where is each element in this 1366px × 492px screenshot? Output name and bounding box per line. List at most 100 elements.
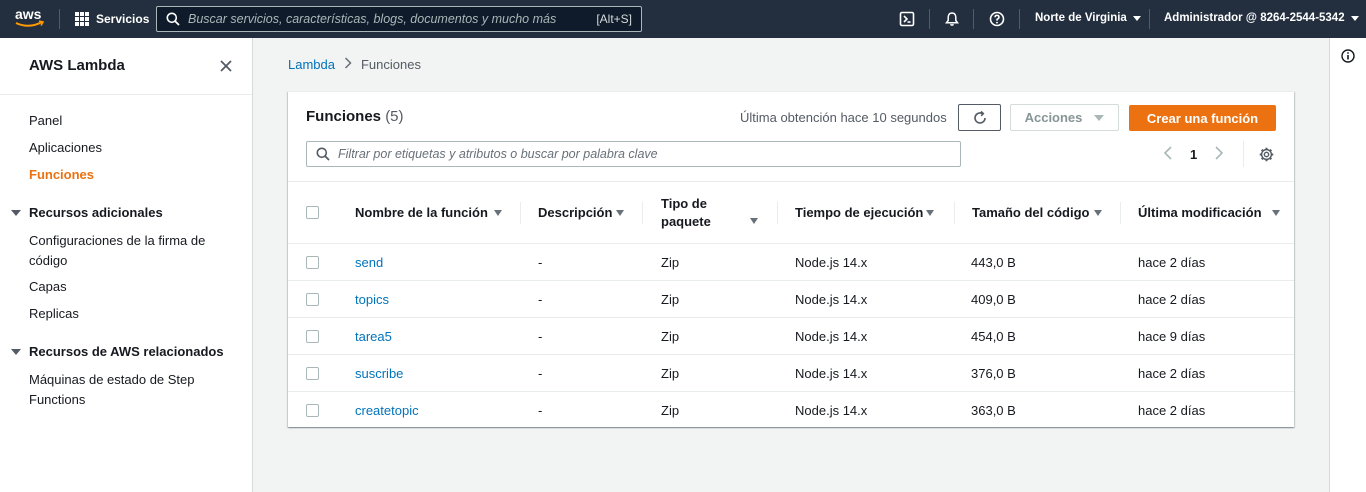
function-name-link[interactable]: topics xyxy=(355,281,389,317)
package-type-cell: Zip xyxy=(661,291,680,307)
caret-down-icon xyxy=(1094,114,1105,121)
filter-field[interactable] xyxy=(306,141,961,167)
package-type-cell: Zip xyxy=(661,402,680,418)
last-modified-cell: hace 2 días xyxy=(1138,402,1206,418)
gear-icon[interactable] xyxy=(1259,147,1274,165)
functions-count: (5) xyxy=(385,108,404,125)
previous-page-icon[interactable] xyxy=(1163,146,1173,163)
search-input[interactable] xyxy=(188,12,597,26)
sidebar-item-panel[interactable]: Panel xyxy=(29,111,229,131)
notifications-bell-icon[interactable] xyxy=(944,11,960,27)
table-row[interactable]: createtopic - Zip Node.js 14.x 363,0 B h… xyxy=(288,392,1294,429)
nav-divider xyxy=(59,9,60,29)
next-page-icon[interactable] xyxy=(1214,146,1224,163)
column-header-description[interactable]: Descripción xyxy=(538,182,638,243)
description-cell: - xyxy=(538,254,543,270)
column-header-package-type[interactable]: Tipo de paquete xyxy=(661,182,766,243)
column-header-last-modified[interactable]: Última modificación xyxy=(1138,182,1288,243)
create-function-button[interactable]: Crear una función xyxy=(1129,105,1276,131)
select-all-checkbox[interactable] xyxy=(306,206,319,219)
row-checkbox[interactable] xyxy=(306,403,319,417)
top-navigation: aws Servicios [Alt+S] xyxy=(0,0,1366,38)
caret-down-icon xyxy=(11,209,21,216)
function-name-link[interactable]: send xyxy=(355,244,383,280)
sidebar-item-replicas[interactable]: Replicas xyxy=(29,304,229,324)
row-checkbox[interactable] xyxy=(306,255,319,269)
current-page-number[interactable]: 1 xyxy=(1190,147,1197,162)
section-label: Recursos de AWS relacionados xyxy=(29,344,224,359)
column-header-code-size[interactable]: Tamaño del código xyxy=(972,182,1112,243)
refresh-button[interactable] xyxy=(958,104,1001,131)
code-size-cell: 363,0 B xyxy=(971,402,1016,418)
row-checkbox[interactable] xyxy=(306,366,319,380)
cloudshell-icon[interactable] xyxy=(899,11,915,27)
nav-divider xyxy=(1149,9,1150,29)
nav-divider xyxy=(1019,9,1020,29)
last-fetched-text: Última obtención hace 10 segundos xyxy=(740,110,947,125)
sort-caret-icon xyxy=(750,218,758,224)
row-checkbox[interactable] xyxy=(306,292,319,306)
table-row[interactable]: tarea5 - Zip Node.js 14.x 454,0 B hace 9… xyxy=(288,318,1294,355)
account-menu[interactable]: Administrador @ 8264-2544-5342 xyxy=(1164,12,1359,24)
close-sidebar-icon[interactable] xyxy=(218,58,234,74)
sidebar-item-capas[interactable]: Capas xyxy=(29,277,229,297)
filter-input[interactable] xyxy=(338,147,960,161)
actions-label: Acciones xyxy=(1024,110,1083,125)
sidebar-item-step-functions[interactable]: Máquinas de estado de Step Functions xyxy=(29,370,229,409)
search-shortcut-hint: [Alt+S] xyxy=(596,12,632,26)
actions-dropdown-button[interactable]: Acciones xyxy=(1010,104,1119,131)
column-divider xyxy=(1120,202,1121,224)
sort-caret-icon xyxy=(494,210,502,216)
row-checkbox-cell xyxy=(306,281,319,317)
sidebar-item-code-signing[interactable]: Configuraciones de la firma de código xyxy=(29,231,229,270)
sidebar-title: AWS Lambda xyxy=(29,57,125,74)
row-checkbox-cell xyxy=(306,318,319,354)
runtime-cell: Node.js 14.x xyxy=(795,328,868,344)
section-recursos-relacionados[interactable]: Recursos de AWS relacionados xyxy=(11,344,224,359)
panel-title-text: Funciones xyxy=(306,108,382,125)
column-divider xyxy=(777,202,778,224)
select-all-checkbox-cell xyxy=(306,182,319,243)
aws-logo[interactable]: aws xyxy=(14,6,46,32)
refresh-icon xyxy=(973,110,986,124)
caret-down-icon xyxy=(11,348,21,355)
function-name-link[interactable]: tarea5 xyxy=(355,318,392,354)
table-row[interactable]: suscribe - Zip Node.js 14.x 376,0 B hace… xyxy=(288,355,1294,392)
column-header-name[interactable]: Nombre de la función xyxy=(355,182,515,243)
grid-icon xyxy=(75,12,89,26)
breadcrumb-lambda-link[interactable]: Lambda xyxy=(288,57,335,72)
sidebar: AWS Lambda Panel Aplicaciones Funciones … xyxy=(0,38,253,492)
sort-caret-icon xyxy=(1094,210,1102,216)
sidebar-item-funciones[interactable]: Funciones xyxy=(29,165,229,185)
pager-divider xyxy=(1243,141,1244,167)
section-label: Recursos adicionales xyxy=(29,205,163,220)
sort-caret-icon xyxy=(1272,210,1280,216)
breadcrumb-current: Funciones xyxy=(360,57,421,72)
help-icon[interactable] xyxy=(989,11,1005,27)
code-size-cell: 443,0 B xyxy=(971,254,1016,270)
info-icon[interactable] xyxy=(1341,49,1355,66)
tools-rail xyxy=(1329,38,1366,492)
description-cell: - xyxy=(538,291,543,307)
nav-divider xyxy=(973,9,974,29)
table-row[interactable]: topics - Zip Node.js 14.x 409,0 B hace 2… xyxy=(288,281,1294,318)
column-divider xyxy=(520,202,521,224)
search-icon xyxy=(316,147,330,161)
region-selector[interactable]: Norte de Virginia xyxy=(1035,12,1141,24)
last-modified-cell: hace 9 días xyxy=(1138,328,1206,344)
section-recursos-adicionales[interactable]: Recursos adicionales xyxy=(11,205,163,220)
sidebar-divider xyxy=(0,94,252,95)
panel-title: Funciones (5) xyxy=(306,108,404,125)
description-cell: - xyxy=(538,328,543,344)
package-type-cell: Zip xyxy=(661,254,680,270)
table-row[interactable]: send - Zip Node.js 14.x 443,0 B hace 2 d… xyxy=(288,244,1294,281)
function-name-link[interactable]: suscribe xyxy=(355,355,403,391)
column-header-runtime[interactable]: Tiempo de ejecución xyxy=(795,182,945,243)
code-size-cell: 376,0 B xyxy=(971,365,1016,381)
global-search[interactable]: [Alt+S] xyxy=(156,6,642,32)
row-checkbox[interactable] xyxy=(306,329,319,343)
services-menu-button[interactable]: Servicios xyxy=(75,10,149,28)
sidebar-item-aplicaciones[interactable]: Aplicaciones xyxy=(29,138,229,158)
function-name-link[interactable]: createtopic xyxy=(355,392,419,428)
functions-panel: Funciones (5) Última obtención hace 10 s… xyxy=(288,91,1294,427)
